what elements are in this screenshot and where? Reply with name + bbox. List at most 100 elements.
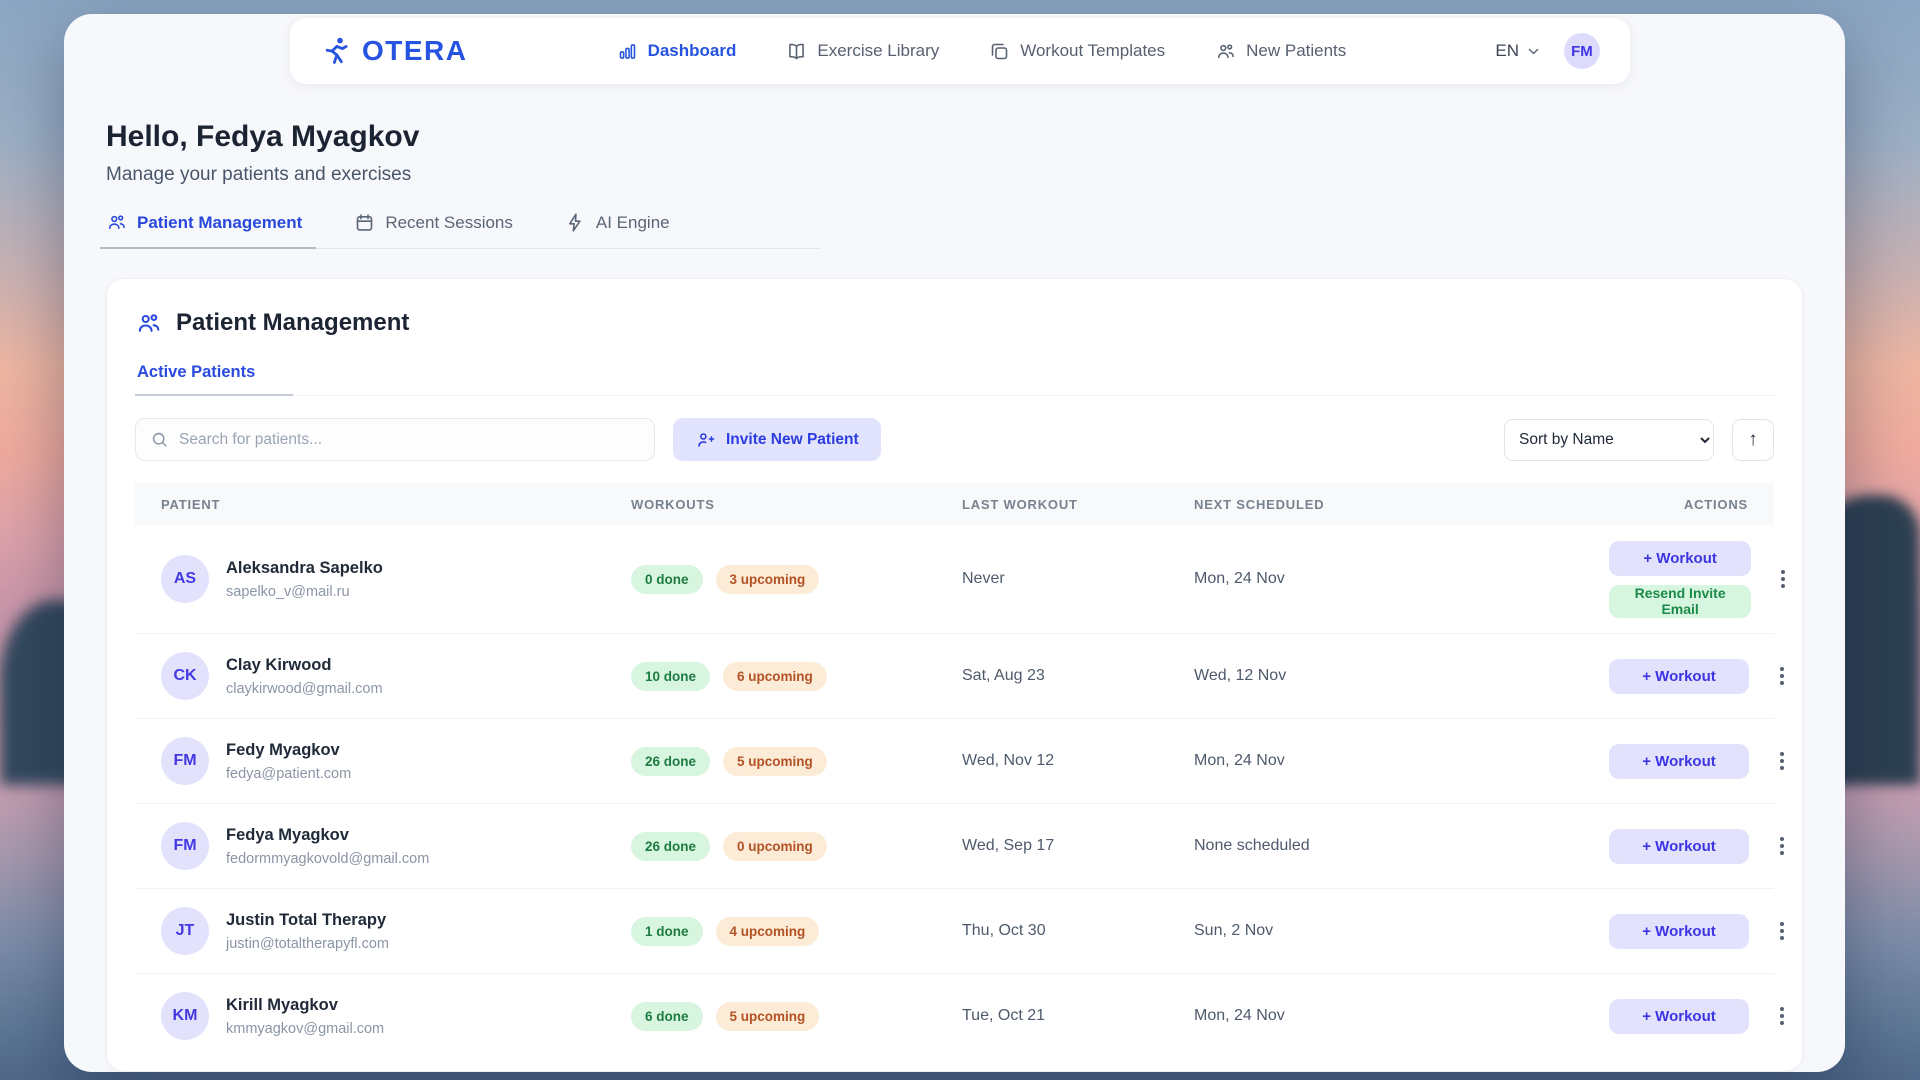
add-workout-button[interactable]: + Workout xyxy=(1609,659,1749,694)
workouts-cell: 26 done 0 upcoming xyxy=(631,832,962,861)
last-workout: Thu, Oct 30 xyxy=(962,922,1194,940)
language-selector[interactable]: EN xyxy=(1495,41,1540,61)
tab-label: Recent Sessions xyxy=(385,213,513,233)
invite-button-label: Invite New Patient xyxy=(726,431,859,449)
patient-name: Aleksandra Sapelko xyxy=(226,559,383,578)
patient-email: claykirwood@gmail.com xyxy=(226,681,383,697)
column-header-next-scheduled: NEXT SCHEDULED xyxy=(1194,497,1609,512)
upcoming-badge: 6 upcoming xyxy=(723,662,827,691)
nav-item-workout-templates[interactable]: Workout Templates xyxy=(989,41,1165,62)
row-menu-button[interactable] xyxy=(1773,562,1793,596)
column-header-actions: ACTIONS xyxy=(1609,497,1748,512)
upcoming-badge: 5 upcoming xyxy=(723,747,827,776)
workouts-cell: 1 done 4 upcoming xyxy=(631,917,962,946)
greeting: Hello, Fedya Myagkov Manage your patient… xyxy=(106,120,419,186)
row-menu-button[interactable] xyxy=(1771,744,1793,778)
running-person-icon xyxy=(320,35,352,67)
done-badge: 10 done xyxy=(631,662,710,691)
patient-email: kmmyagkov@gmail.com xyxy=(226,1021,384,1037)
copy-icon xyxy=(989,41,1010,62)
table-row: CK Clay Kirwood claykirwood@gmail.com 10… xyxy=(135,633,1774,718)
add-workout-button[interactable]: + Workout xyxy=(1609,999,1749,1034)
next-scheduled: Mon, 24 Nov xyxy=(1194,752,1609,770)
add-workout-button[interactable]: + Workout xyxy=(1609,829,1749,864)
upcoming-badge: 5 upcoming xyxy=(716,1002,820,1031)
main-card: OTERA Dashboard Exercise Library xyxy=(64,14,1845,1072)
actions-cell: + Workout xyxy=(1609,659,1793,694)
row-menu-button[interactable] xyxy=(1771,829,1793,863)
kebab-menu-icon xyxy=(1780,759,1784,763)
done-badge: 6 done xyxy=(631,1002,703,1031)
patient-cell: CK Clay Kirwood claykirwood@gmail.com xyxy=(161,652,631,700)
nav-item-label: Exercise Library xyxy=(817,41,939,61)
avatar: KM xyxy=(161,992,209,1040)
panel-title: Patient Management xyxy=(176,309,409,337)
actions-cell: + Workout xyxy=(1609,999,1793,1034)
tab-patient-management[interactable]: Patient Management xyxy=(106,212,302,233)
tab-label: AI Engine xyxy=(596,213,670,233)
patient-email: sapelko_v@mail.ru xyxy=(226,584,383,600)
subtab-active-patients[interactable]: Active Patients xyxy=(135,363,263,395)
patient-email: justin@totaltherapyfl.com xyxy=(226,936,389,952)
avatar: AS xyxy=(161,555,209,603)
actions-cell: + Workout xyxy=(1609,744,1793,779)
kebab-menu-icon xyxy=(1780,1014,1784,1018)
tab-recent-sessions[interactable]: Recent Sessions xyxy=(354,212,513,233)
language-label: EN xyxy=(1495,41,1519,61)
panel-header: Patient Management xyxy=(135,309,1774,337)
top-nav: OTERA Dashboard Exercise Library xyxy=(290,18,1630,84)
resend-invite-button[interactable]: Resend Invite Email xyxy=(1609,585,1751,618)
done-badge: 26 done xyxy=(631,832,710,861)
patient-name: Clay Kirwood xyxy=(226,656,383,675)
book-icon xyxy=(786,41,807,62)
people-icon xyxy=(135,310,162,337)
last-workout: Never xyxy=(962,570,1194,588)
add-workout-button[interactable]: + Workout xyxy=(1609,744,1749,779)
nav-item-exercise-library[interactable]: Exercise Library xyxy=(786,41,939,62)
patient-name: Fedya Myagkov xyxy=(226,826,429,845)
search-icon xyxy=(150,430,169,449)
nav-item-new-patients[interactable]: New Patients xyxy=(1215,41,1346,62)
done-badge: 26 done xyxy=(631,747,710,776)
page-subtitle: Manage your patients and exercises xyxy=(106,164,419,186)
patient-cell: FM Fedya Myagkov fedormmyagkovold@gmail.… xyxy=(161,822,631,870)
next-scheduled: Wed, 12 Nov xyxy=(1194,667,1609,685)
row-menu-button[interactable] xyxy=(1771,999,1793,1033)
row-menu-button[interactable] xyxy=(1771,914,1793,948)
lightning-icon xyxy=(565,212,586,233)
brand-logo[interactable]: OTERA xyxy=(320,35,468,67)
add-workout-button[interactable]: + Workout xyxy=(1609,541,1751,576)
done-badge: 0 done xyxy=(631,565,703,594)
nav-item-dashboard[interactable]: Dashboard xyxy=(617,41,737,62)
column-header-workouts: WORKOUTS xyxy=(631,497,962,512)
actions-cell: + Workout xyxy=(1609,914,1793,949)
patient-management-panel: Patient Management Active Patients Invit… xyxy=(106,278,1803,1072)
sort-select[interactable]: Sort by Name xyxy=(1504,419,1714,461)
calendar-icon xyxy=(354,212,375,233)
next-scheduled: Sun, 2 Nov xyxy=(1194,922,1609,940)
invite-new-patient-button[interactable]: Invite New Patient xyxy=(673,418,881,461)
nav-item-label: New Patients xyxy=(1246,41,1346,61)
tab-ai-engine[interactable]: AI Engine xyxy=(565,212,670,233)
workouts-cell: 10 done 6 upcoming xyxy=(631,662,962,691)
next-scheduled: Mon, 24 Nov xyxy=(1194,1007,1609,1025)
search-input[interactable] xyxy=(179,431,640,449)
people-icon xyxy=(1215,41,1236,62)
table-row: JT Justin Total Therapy justin@totalther… xyxy=(135,888,1774,973)
table-row: KM Kirill Myagkov kmmyagkov@gmail.com 6 … xyxy=(135,973,1774,1058)
kebab-menu-icon xyxy=(1780,844,1784,848)
sort-direction-button[interactable]: ↑ xyxy=(1732,419,1774,461)
table-row: AS Aleksandra Sapelko sapelko_v@mail.ru … xyxy=(135,525,1774,633)
kebab-menu-icon xyxy=(1780,674,1784,678)
add-workout-button[interactable]: + Workout xyxy=(1609,914,1749,949)
column-header-last-workout: LAST WORKOUT xyxy=(962,497,1194,512)
row-menu-button[interactable] xyxy=(1771,659,1793,693)
people-icon xyxy=(106,212,127,233)
user-avatar[interactable]: FM xyxy=(1564,33,1600,69)
avatar: FM xyxy=(161,737,209,785)
upcoming-badge: 4 upcoming xyxy=(716,917,820,946)
avatar: CK xyxy=(161,652,209,700)
upcoming-badge: 0 upcoming xyxy=(723,832,827,861)
kebab-menu-icon xyxy=(1781,577,1785,581)
patient-email: fedya@patient.com xyxy=(226,766,351,782)
